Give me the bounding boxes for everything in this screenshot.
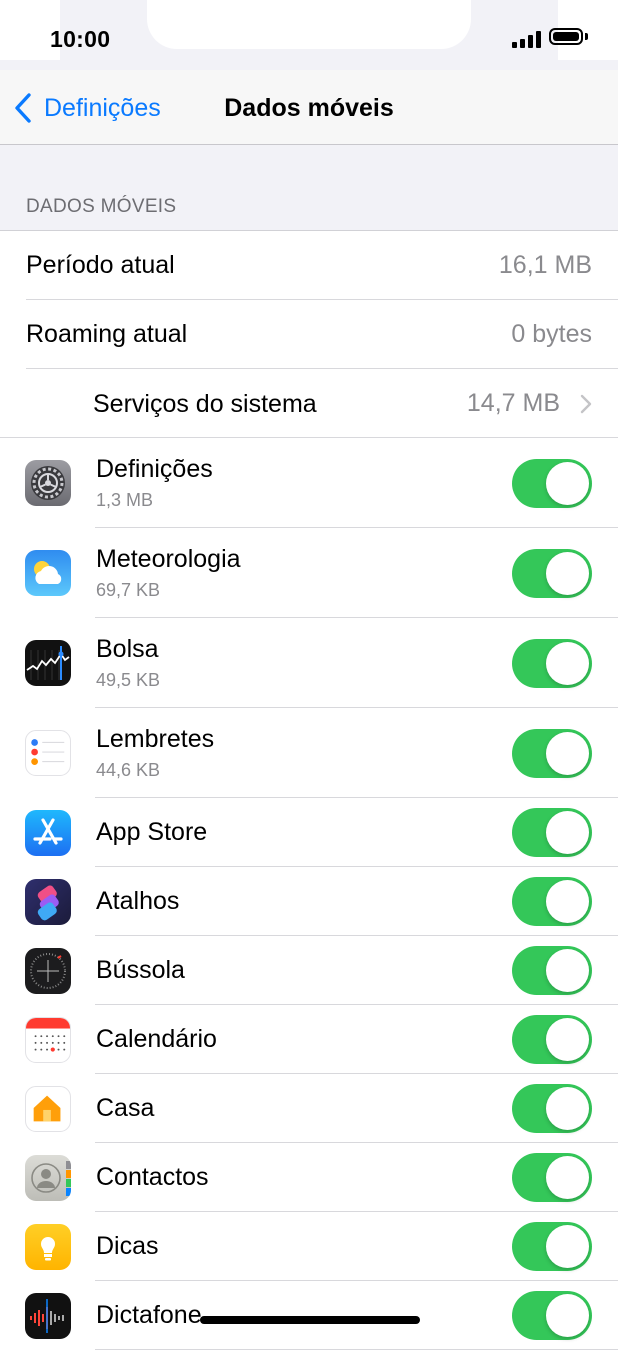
toggle-switch[interactable] xyxy=(512,1222,592,1271)
current-period-row: Período atual 16,1 MB xyxy=(0,231,618,300)
settings-icon xyxy=(25,460,71,506)
battery-cap xyxy=(585,33,588,40)
app-name: Calendário xyxy=(96,1025,217,1053)
app-row: Contactos xyxy=(0,1143,618,1212)
contacts-icon xyxy=(25,1155,71,1201)
app-name: Contactos xyxy=(96,1163,209,1191)
app-store-icon xyxy=(25,810,71,856)
app-usage: 69,7 KB xyxy=(96,580,161,600)
toggle-switch[interactable] xyxy=(512,1084,592,1133)
battery-icon xyxy=(549,28,583,45)
toggle-switch[interactable] xyxy=(512,729,592,778)
voice-memos-icon xyxy=(25,1293,71,1339)
compass-icon xyxy=(25,948,71,994)
reminders-icon xyxy=(25,730,71,776)
system-services-label: Serviços do sistema xyxy=(93,390,317,418)
app-name: Bússola xyxy=(96,956,185,984)
toggle-switch[interactable] xyxy=(512,1015,592,1064)
app-usage: 49,5 KB xyxy=(96,670,161,690)
navigation-bar: Definições Dados móveis xyxy=(0,70,618,145)
toggle-switch[interactable] xyxy=(512,877,592,926)
tips-icon xyxy=(25,1224,71,1270)
app-name: App Store xyxy=(96,818,208,846)
settings-list: Período atual 16,1 MB Roaming atual 0 by… xyxy=(0,230,618,1350)
system-services-value: 14,7 MB xyxy=(466,389,560,417)
app-name: Bolsa xyxy=(96,635,159,663)
app-name: Definições xyxy=(96,455,213,483)
app-name: Dicas xyxy=(96,1232,159,1260)
app-row: Definições 1,3 MB xyxy=(0,438,618,528)
app-row: Atalhos xyxy=(0,867,618,936)
app-name: Atalhos xyxy=(96,887,180,915)
toggle-switch[interactable] xyxy=(512,1153,592,1202)
status-bar: 10:00 xyxy=(0,0,618,70)
toggle-switch[interactable] xyxy=(512,549,592,598)
toggle-switch[interactable] xyxy=(512,1291,592,1340)
stocks-icon xyxy=(25,640,71,686)
current-roaming-value: 0 bytes xyxy=(511,320,592,348)
app-row: Dicas xyxy=(0,1212,618,1281)
current-roaming-row: Roaming atual 0 bytes xyxy=(0,300,618,369)
app-row: App Store xyxy=(0,798,618,867)
toggle-switch[interactable] xyxy=(512,808,592,857)
home-indicator xyxy=(200,1316,420,1324)
app-row: Meteorologia 69,7 KB xyxy=(0,528,618,618)
status-time: 10:00 xyxy=(50,26,111,52)
app-name: Lembretes xyxy=(96,725,215,753)
toggle-switch[interactable] xyxy=(512,459,592,508)
toggle-switch[interactable] xyxy=(512,639,592,688)
app-usage: 44,6 KB xyxy=(96,760,161,780)
notch xyxy=(147,0,471,49)
calendar-icon xyxy=(25,1017,71,1063)
current-period-value: 16,1 MB xyxy=(498,251,592,279)
toggle-switch[interactable] xyxy=(512,946,592,995)
home-icon xyxy=(25,1086,71,1132)
app-name: Meteorologia xyxy=(96,545,241,573)
app-row: Bolsa 49,5 KB xyxy=(0,618,618,708)
section-header: DADOS MÓVEIS xyxy=(26,196,177,217)
app-row: Calendário xyxy=(0,1005,618,1074)
app-row: Lembretes 44,6 KB xyxy=(0,708,618,798)
app-name: Dictafone xyxy=(96,1301,202,1329)
app-name: Casa xyxy=(96,1094,155,1122)
page-title: Dados móveis xyxy=(224,94,394,122)
app-row: Bússola xyxy=(0,936,618,1005)
system-services-row[interactable]: Serviços do sistema 14,7 MB xyxy=(0,369,618,438)
chevron-right-icon xyxy=(580,394,592,414)
app-usage: 1,3 MB xyxy=(96,490,154,510)
current-period-label: Período atual xyxy=(26,251,175,279)
current-roaming-label: Roaming atual xyxy=(26,320,188,348)
weather-icon xyxy=(25,550,71,596)
signal-icon xyxy=(512,30,542,48)
shortcuts-icon xyxy=(25,879,71,925)
app-row: Casa xyxy=(0,1074,618,1143)
